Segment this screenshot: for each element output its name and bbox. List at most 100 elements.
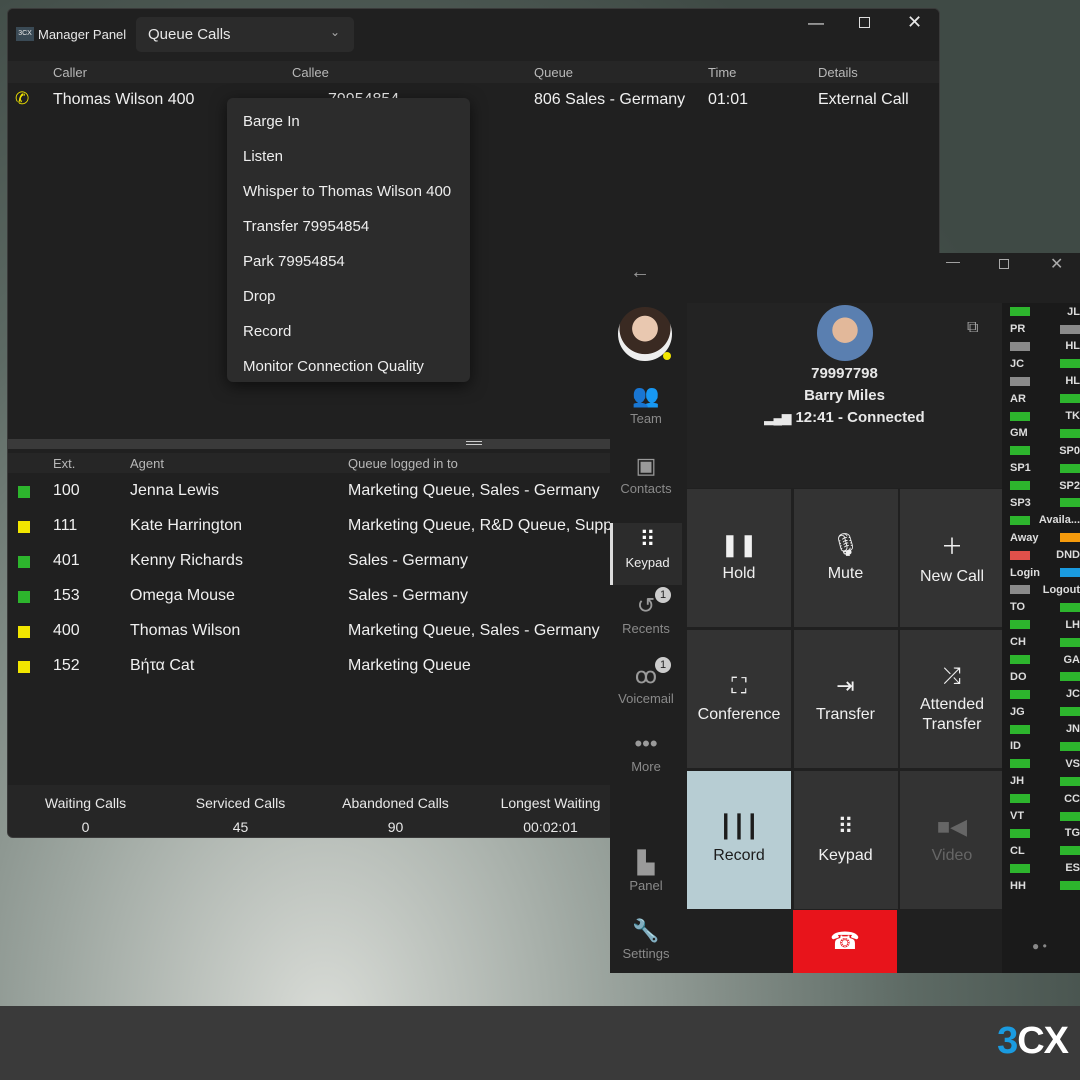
blf-status-indicator[interactable] (1060, 846, 1080, 856)
minimize-button[interactable]: — (808, 15, 824, 33)
blf-label[interactable]: AR (1010, 393, 1026, 405)
blf-status-indicator[interactable] (1010, 411, 1030, 421)
blf-label[interactable]: LH (1065, 619, 1080, 631)
maximize-button[interactable] (999, 259, 1009, 269)
menu-item[interactable]: Monitor Connection Quality (227, 349, 470, 384)
blf-status-indicator[interactable] (1060, 672, 1080, 682)
minimize-button[interactable]: — (946, 253, 960, 269)
blf-label[interactable]: SP3 (1010, 497, 1031, 509)
menu-item[interactable]: Drop (227, 279, 470, 314)
blf-label[interactable]: TO (1010, 601, 1025, 613)
blf-status-indicator[interactable] (1060, 568, 1080, 578)
blf-status-indicator[interactable] (1060, 533, 1080, 543)
blf-status-indicator[interactable] (1010, 689, 1030, 699)
blf-label[interactable]: TK (1065, 410, 1080, 422)
nav-contacts[interactable]: ▣ Contacts (610, 453, 682, 496)
blf-label[interactable]: JG (1010, 706, 1025, 718)
video-button[interactable]: ■◀ Video (900, 771, 1004, 909)
blf-status-indicator[interactable] (1060, 498, 1080, 508)
blf-status-indicator[interactable] (1060, 394, 1080, 404)
nav-voicemail[interactable]: ꝏ 1 Voicemail (610, 657, 682, 706)
blf-label[interactable]: SP1 (1010, 462, 1031, 474)
record-button[interactable]: ┃┃┃ Record (687, 771, 791, 909)
blf-label[interactable]: GM (1010, 427, 1028, 439)
blf-label[interactable]: ID (1010, 740, 1021, 752)
blf-status-indicator[interactable] (1060, 707, 1080, 717)
attended-transfer-button[interactable]: ⤮ Attended Transfer (900, 630, 1004, 768)
blf-label[interactable]: VS (1065, 758, 1080, 770)
menu-item[interactable]: Transfer 79954854 (227, 209, 470, 244)
blf-label[interactable]: DND (1056, 549, 1080, 561)
blf-label[interactable]: JC (1066, 688, 1080, 700)
blf-status-indicator[interactable] (1010, 341, 1030, 351)
blf-status-indicator[interactable] (1010, 759, 1030, 769)
blf-status-indicator[interactable] (1010, 481, 1030, 491)
page-dots[interactable]: ● • (1032, 939, 1047, 953)
blf-status-indicator[interactable] (1010, 515, 1030, 525)
menu-item[interactable]: Park 79954854 (227, 244, 470, 279)
keypad-button[interactable]: ⠿ Keypad (793, 771, 898, 909)
blf-status-indicator[interactable] (1010, 828, 1030, 838)
blf-status-indicator[interactable] (1060, 359, 1080, 369)
blf-status-indicator[interactable] (1060, 602, 1080, 612)
blf-label[interactable]: CH (1010, 636, 1026, 648)
blf-label[interactable]: Away (1010, 532, 1039, 544)
blf-label[interactable]: GA (1064, 654, 1080, 666)
blf-label[interactable]: CL (1010, 845, 1025, 857)
blf-status-indicator[interactable] (1060, 463, 1080, 473)
blf-status-indicator[interactable] (1060, 741, 1080, 751)
blf-status-indicator[interactable] (1010, 585, 1030, 595)
blf-label[interactable]: HL (1065, 375, 1080, 387)
call-row[interactable]: ✆ Thomas Wilson 400 79954854 806 Sales -… (8, 89, 939, 113)
blf-label[interactable]: PR (1010, 323, 1025, 335)
blf-status-indicator[interactable] (1060, 428, 1080, 438)
blf-label[interactable]: JH (1010, 775, 1024, 787)
view-select[interactable]: Queue Calls ⌄ (136, 17, 354, 52)
nav-team[interactable]: 👥 Team (610, 383, 682, 426)
blf-label[interactable]: SP0 (1059, 445, 1080, 457)
blf-label[interactable]: SP2 (1059, 480, 1080, 492)
conference-button[interactable]: ⛶ Conference (687, 630, 791, 768)
mute-button[interactable]: 🎙 Mute (793, 489, 898, 627)
blf-label[interactable]: Login (1010, 567, 1040, 579)
nav-keypad[interactable]: ⠿ Keypad (610, 523, 682, 585)
menu-item[interactable]: Record (227, 314, 470, 349)
blf-label[interactable]: JL (1067, 306, 1080, 318)
blf-status-indicator[interactable] (1060, 811, 1080, 821)
new-call-button[interactable]: ＋ New Call (900, 489, 1004, 627)
blf-status-indicator[interactable] (1010, 794, 1030, 804)
back-arrow-icon[interactable]: ← (630, 261, 650, 284)
popout-icon[interactable]: ⧉ (967, 319, 978, 337)
nav-recents[interactable]: ↺ 1 Recents (610, 587, 682, 636)
blf-status-indicator[interactable] (1010, 550, 1030, 560)
nav-panel[interactable]: ▙ Panel (610, 850, 682, 893)
blf-label[interactable]: HH (1010, 880, 1026, 892)
menu-item[interactable]: Barge In (227, 104, 470, 139)
blf-status-indicator[interactable] (1010, 307, 1030, 317)
blf-status-indicator[interactable] (1060, 637, 1080, 647)
blf-label[interactable]: TG (1065, 827, 1080, 839)
nav-more[interactable]: ••• More (610, 731, 682, 774)
blf-status-indicator[interactable] (1060, 881, 1080, 891)
blf-label[interactable]: JC (1010, 358, 1024, 370)
transfer-button[interactable]: ⇥ Transfer (793, 630, 898, 768)
blf-label[interactable]: DO (1010, 671, 1027, 683)
blf-status-indicator[interactable] (1060, 776, 1080, 786)
blf-status-indicator[interactable] (1010, 446, 1030, 456)
blf-status-indicator[interactable] (1010, 620, 1030, 630)
hangup-button[interactable]: ☎ (793, 910, 897, 973)
blf-label[interactable]: VT (1010, 810, 1024, 822)
blf-status-indicator[interactable] (1010, 376, 1030, 386)
blf-label[interactable]: CC (1064, 793, 1080, 805)
close-button[interactable]: ✕ (1050, 254, 1063, 274)
blf-label[interactable]: ES (1065, 862, 1080, 874)
blf-label[interactable]: Logout (1043, 584, 1080, 596)
blf-status-indicator[interactable] (1010, 724, 1030, 734)
close-button[interactable]: ✕ (907, 12, 922, 33)
menu-item[interactable]: Listen (227, 139, 470, 174)
blf-status-indicator[interactable] (1010, 655, 1030, 664)
maximize-button[interactable] (859, 17, 870, 28)
blf-label[interactable]: JN (1066, 723, 1080, 735)
blf-status-indicator[interactable] (1010, 863, 1030, 873)
blf-label[interactable]: Availa... (1039, 514, 1080, 526)
